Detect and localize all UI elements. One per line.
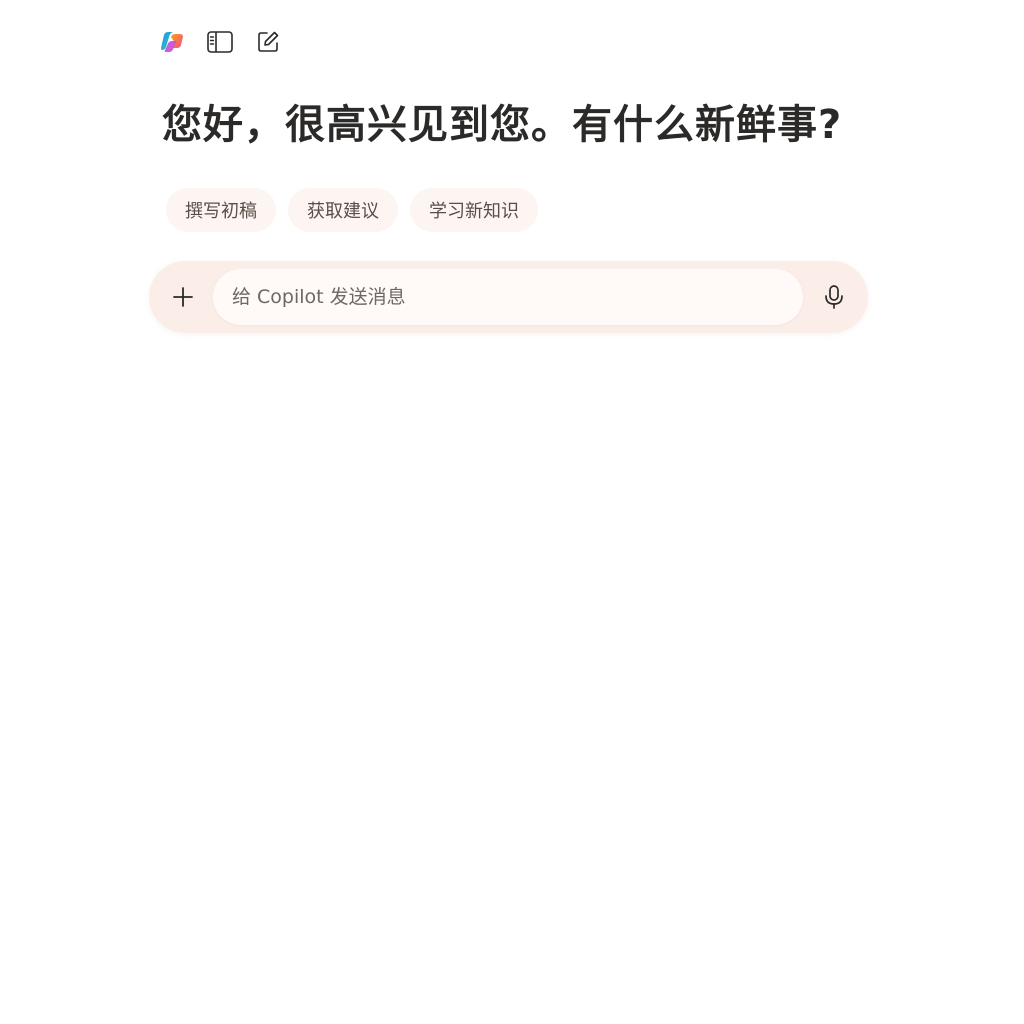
copilot-logo-icon[interactable] <box>158 28 186 56</box>
message-input-container <box>213 269 803 325</box>
plus-icon[interactable] <box>165 279 201 315</box>
greeting-heading: 您好，很高兴见到您。有什么新鲜事? <box>162 102 843 148</box>
suggestion-chip-draft[interactable]: 撰写初稿 <box>166 188 276 232</box>
sidebar-toggle-icon[interactable] <box>206 28 234 56</box>
copilot-home-page: 您好，很高兴见到您。有什么新鲜事? 撰写初稿 获取建议 学习新知识 <box>0 0 1024 1024</box>
message-input[interactable] <box>213 269 803 325</box>
suggestion-chip-advice[interactable]: 获取建议 <box>288 188 398 232</box>
message-composer <box>149 261 868 333</box>
microphone-icon[interactable] <box>816 279 852 315</box>
suggestion-chips: 撰写初稿 获取建议 学习新知识 <box>166 188 538 232</box>
suggestion-chip-learn[interactable]: 学习新知识 <box>410 188 538 232</box>
top-toolbar <box>158 28 282 56</box>
new-chat-icon[interactable] <box>254 28 282 56</box>
